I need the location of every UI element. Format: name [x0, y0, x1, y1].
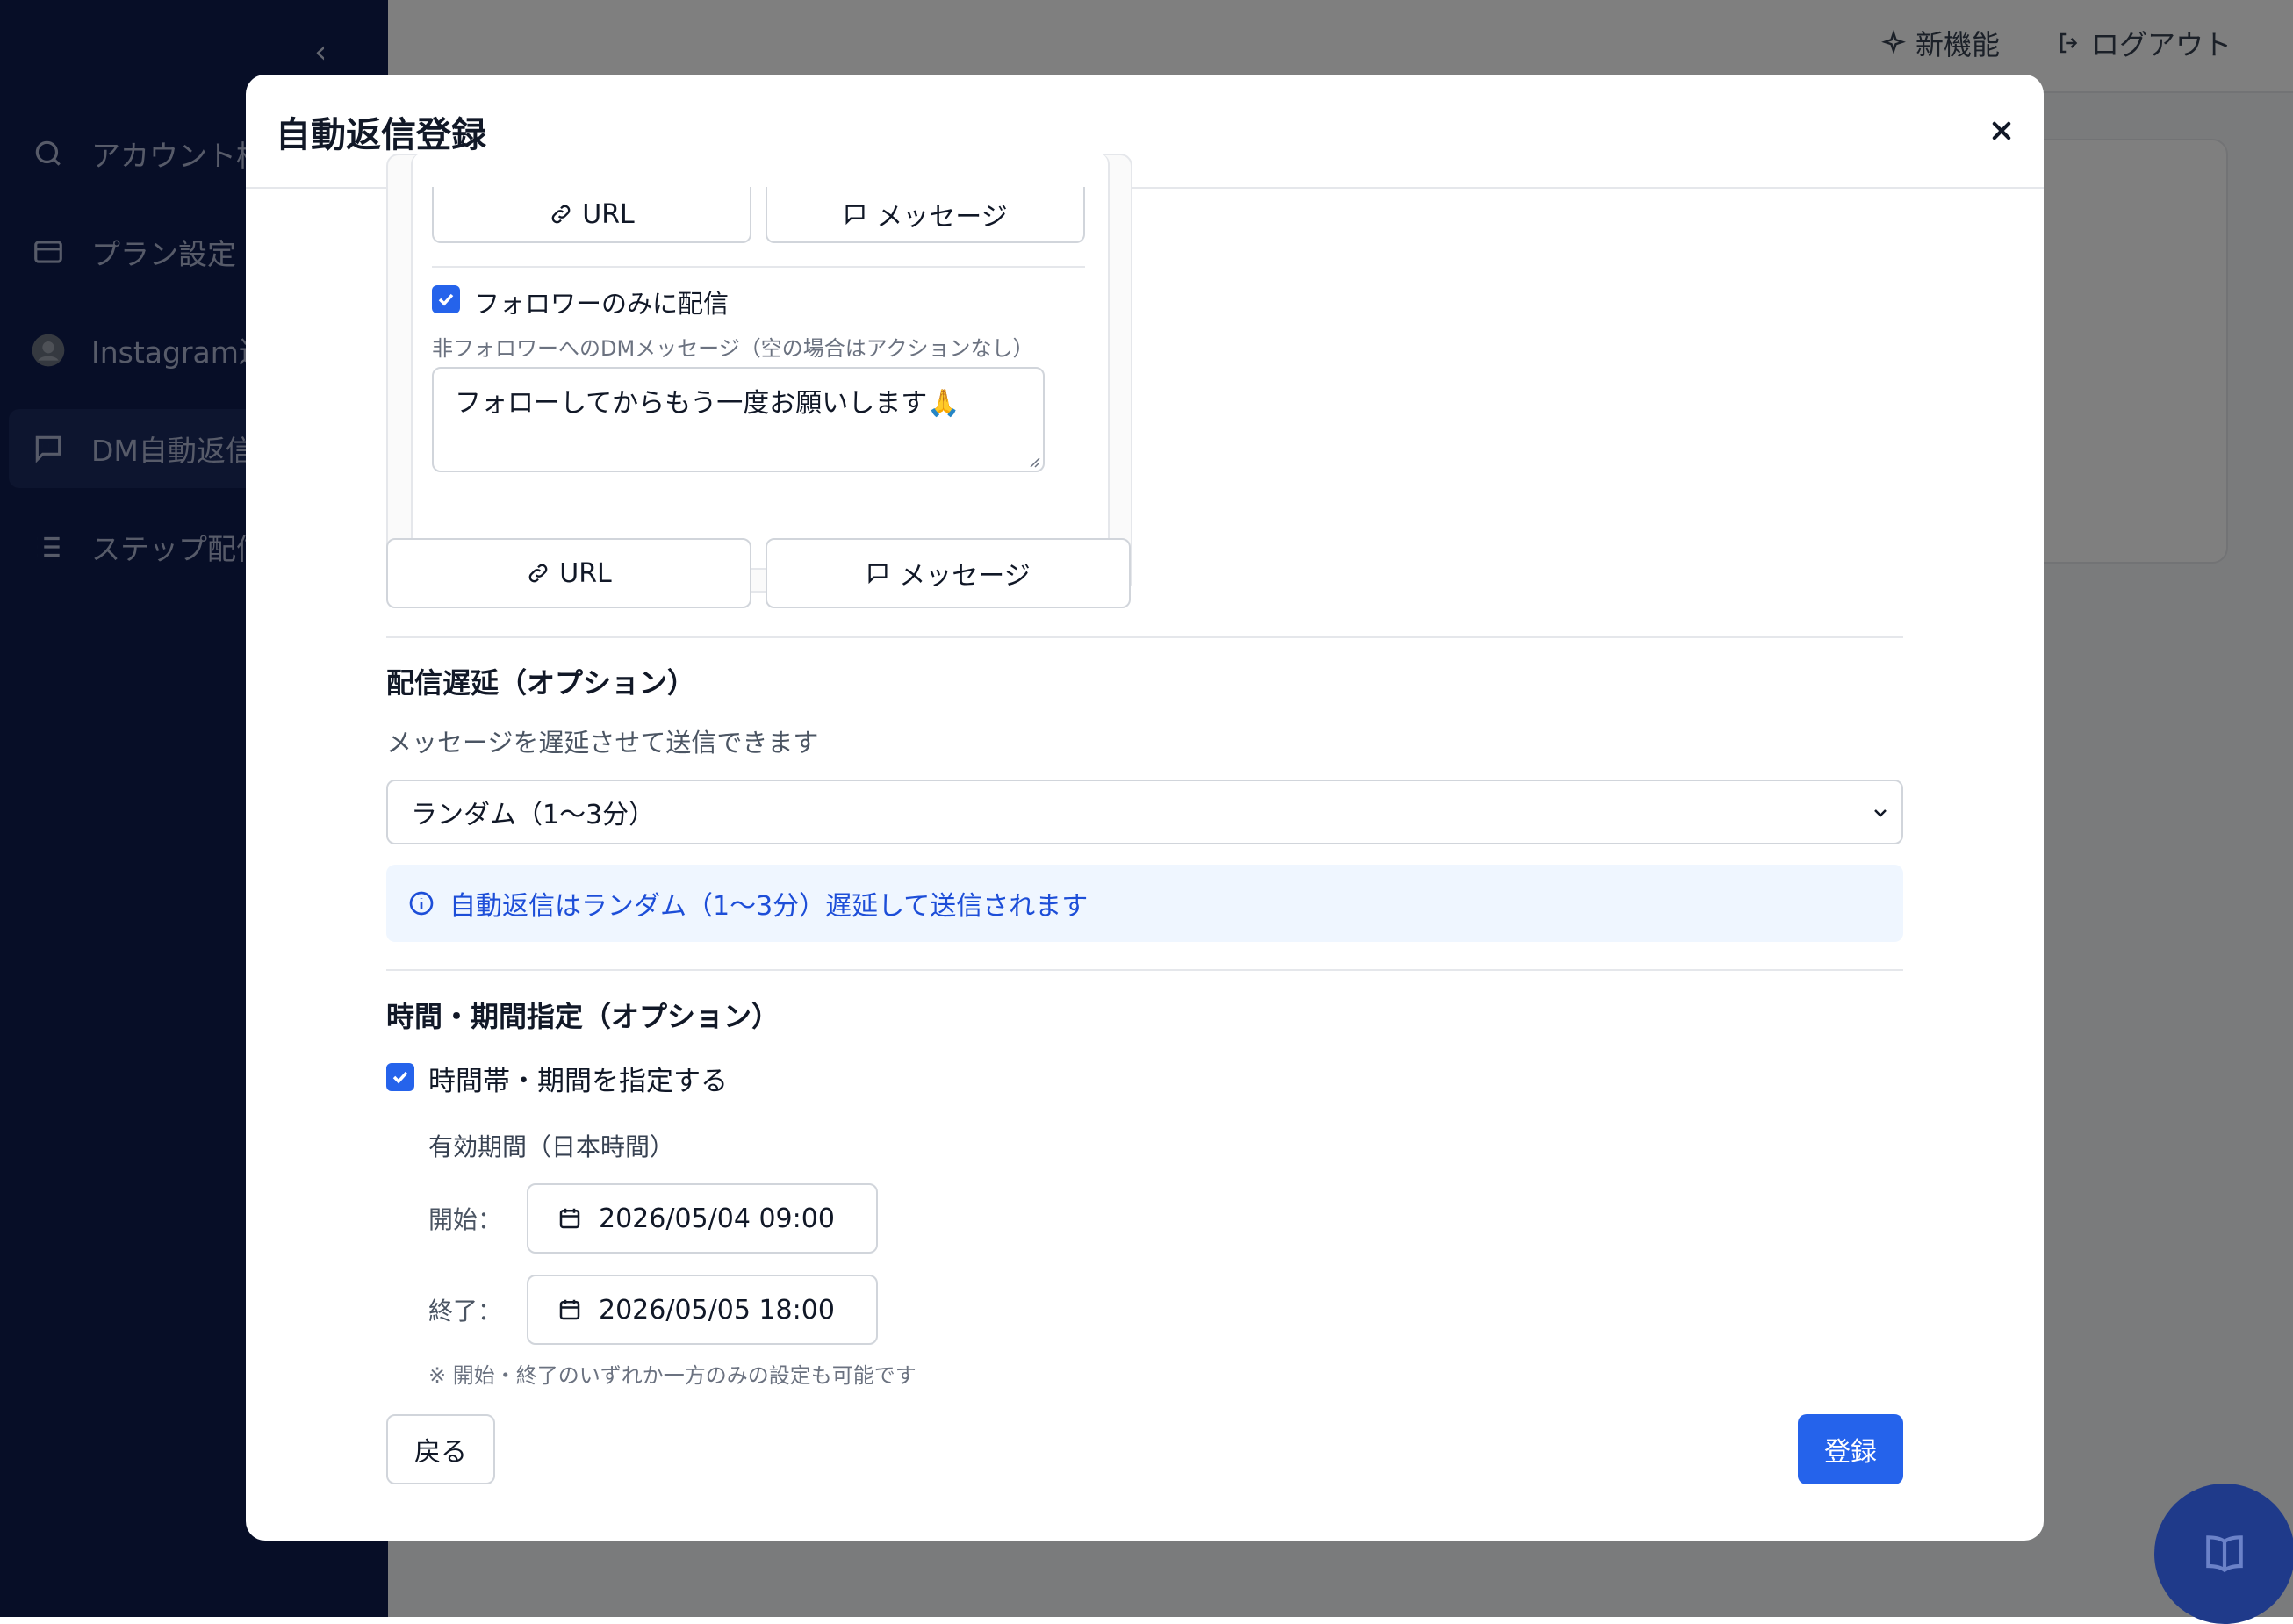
message-icon	[868, 564, 888, 585]
modal-title: 自動返信登録	[276, 115, 486, 155]
delay-select[interactable]: ランダム（1〜3分）	[386, 780, 1903, 844]
divider	[386, 969, 1903, 971]
schedule-enable-checkbox[interactable]	[386, 1063, 414, 1091]
nested-url-button[interactable]: URL	[432, 187, 751, 243]
delay-description: メッセージを遅延させて送信できます	[386, 728, 819, 758]
start-date-field[interactable]: 2026/05/04 09:00	[527, 1183, 878, 1254]
non-follower-message-textarea[interactable]: フォローしてからもう一度お願いします🙏	[432, 367, 1045, 472]
url-label: URL	[559, 557, 612, 589]
start-date-value: 2026/05/04 09:00	[599, 1203, 835, 1234]
book-icon	[2206, 1535, 2243, 1573]
followers-only-label: フォロワーのみに配信	[474, 289, 730, 319]
calendar-icon	[559, 1299, 580, 1320]
calendar-icon	[559, 1208, 580, 1229]
end-date-field[interactable]: 2026/05/05 18:00	[527, 1275, 878, 1345]
followers-only-checkbox[interactable]	[432, 285, 460, 313]
period-label: 有効期間（日本時間）	[428, 1132, 675, 1161]
register-button[interactable]: 登録	[1798, 1414, 1903, 1484]
help-button[interactable]	[2154, 1484, 2293, 1624]
end-date-value: 2026/05/05 18:00	[599, 1294, 835, 1326]
nested-url-label: URL	[582, 198, 635, 230]
non-follower-message-text: フォローしてからもう一度お願いします🙏	[455, 388, 960, 419]
message-button[interactable]: メッセージ	[766, 538, 1131, 608]
resize-handle-icon[interactable]	[1026, 454, 1040, 468]
schedule-note: ※ 開始・終了のいずれか一方のみの設定も可能です	[428, 1363, 916, 1388]
nested-message-label: メッセージ	[876, 202, 1008, 233]
end-label: 終了：	[428, 1297, 503, 1326]
check-icon	[392, 1071, 408, 1084]
divider	[432, 266, 1085, 268]
delay-heading: 配信遅延（オプション）	[386, 666, 696, 700]
link-icon	[528, 564, 548, 583]
non-follower-hint: 非フォロワーへのDMメッセージ（空の場合はアクションなし）	[432, 336, 1034, 361]
auto-reply-modal: 自動返信登録 URL メッセージ フォロワーのみに配信 非フォロワーへのDMメッ…	[246, 75, 2044, 1541]
schedule-heading: 時間・期間指定（オプション）	[386, 1000, 780, 1033]
message-icon	[845, 205, 865, 226]
schedule-enable-label: 時間帯・期間を指定する	[428, 1066, 728, 1097]
nested-message-button[interactable]: メッセージ	[766, 187, 1085, 243]
back-button-label: 戻る	[414, 1437, 467, 1468]
check-icon	[438, 293, 454, 306]
chevron-down-icon	[1874, 809, 1887, 817]
back-button[interactable]: 戻る	[386, 1414, 495, 1484]
url-button[interactable]: URL	[386, 538, 751, 608]
register-button-label: 登録	[1824, 1437, 1877, 1468]
start-label: 開始：	[428, 1205, 503, 1234]
divider	[386, 636, 1903, 638]
close-icon[interactable]	[1984, 113, 2019, 148]
delay-select-value: ランダム（1〜3分）	[411, 800, 656, 830]
delay-info-box: 自動返信はランダム（1〜3分）遅延して送信されます	[386, 865, 1903, 942]
info-icon	[409, 891, 434, 916]
message-label: メッセージ	[899, 561, 1031, 592]
link-icon	[551, 205, 571, 224]
delay-info-text: 自動返信はランダム（1〜3分）遅延して送信されます	[449, 891, 1089, 922]
